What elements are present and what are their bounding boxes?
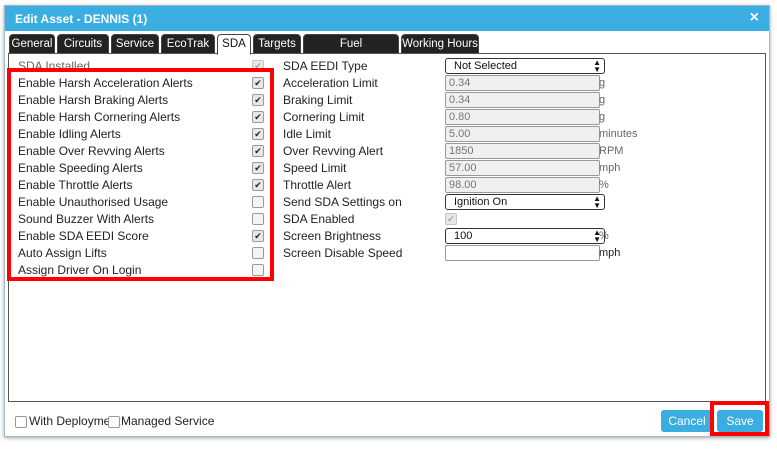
throttle-alert-label: Throttle Alert [283,178,352,192]
throttle-alert-input[interactable]: 98.00 [445,177,600,193]
screen-disable-speed-input[interactable] [445,245,600,261]
braking-limit-label: Braking Limit [283,93,353,107]
acceleration-limit-input[interactable]: 0.34 [445,75,600,91]
braking-limit-unit: g [599,94,606,106]
over-revving-alert-unit: RPM [599,145,624,157]
over-revving-alert-input[interactable]: 1850 [445,143,600,159]
idle-limit-unit: minutes [599,128,638,140]
highlight-alert-toggles [7,68,274,281]
braking-limit-input[interactable]: 0.34 [445,92,600,108]
tab-general[interactable]: General [9,34,55,54]
speed-limit-label: Speed Limit [283,161,347,175]
cornering-limit-unit: g [599,111,606,123]
speed-limit-input[interactable]: 57.00 [445,160,600,176]
cancel-button[interactable]: Cancel [661,410,713,432]
send-sda-settings-select[interactable]: Ignition On ▲ ▼ [445,194,605,210]
acceleration-limit-label: Acceleration Limit [283,76,378,90]
sda-eedi-type-label: SDA EEDI Type [283,59,368,73]
over-revving-alert-label: Over Revving Alert [283,144,384,158]
sda-enabled-label: SDA Enabled [283,212,355,226]
select-arrows-icon: ▲ ▼ [593,58,601,74]
sda-enabled-checkbox[interactable]: ✔ [445,213,457,225]
send-sda-settings-label: Send SDA Settings on [283,195,402,209]
select-arrows-icon: ▲ ▼ [593,194,601,210]
managed-service-checkbox[interactable] [108,416,120,428]
screen-disable-speed-unit: mph [599,247,621,259]
dialog-title: Edit Asset - DENNIS (1) [15,12,148,26]
tab-targets[interactable]: Targets [253,34,301,54]
tab-sda[interactable]: SDA [217,34,251,55]
idle-limit-label: Idle Limit [283,127,332,141]
cornering-limit-input[interactable]: 0.80 [445,109,600,125]
screen-brightness-label: Screen Brightness [283,229,382,243]
screen-brightness-value: 100 [454,230,473,242]
idle-limit-input[interactable]: 5.00 [445,126,600,142]
tab-ecotrak[interactable]: EcoTrak [161,34,215,54]
dialog-titlebar: Edit Asset - DENNIS (1) × [5,6,769,31]
close-icon[interactable]: × [750,9,759,27]
screen-disable-speed-label: Screen Disable Speed [283,246,403,260]
sda-eedi-type-value: Not Selected [454,60,517,72]
screen-brightness-unit: % [599,230,609,242]
sda-eedi-type-select[interactable]: Not Selected ▲ ▼ [445,58,605,74]
with-deployment-checkbox[interactable] [15,416,27,428]
tab-circuits[interactable]: Circuits [57,34,109,54]
with-deployment-label: With Deployment [29,414,121,428]
tab-service[interactable]: Service [111,34,159,54]
speed-limit-unit: mph [599,162,621,174]
send-sda-settings-value: Ignition On [454,196,508,208]
cornering-limit-label: Cornering Limit [283,110,365,124]
highlight-save-button [710,401,769,436]
screen-brightness-select[interactable]: 100 ▲ ▼ [445,228,605,244]
tab-fuel-benchmarking[interactable]: Fuel Benchmarking [303,34,399,68]
throttle-alert-unit: % [599,179,609,191]
tab-working-hours[interactable]: Working Hours [401,34,479,54]
managed-service-label: Managed Service [121,414,215,428]
acceleration-limit-unit: g [599,77,606,89]
